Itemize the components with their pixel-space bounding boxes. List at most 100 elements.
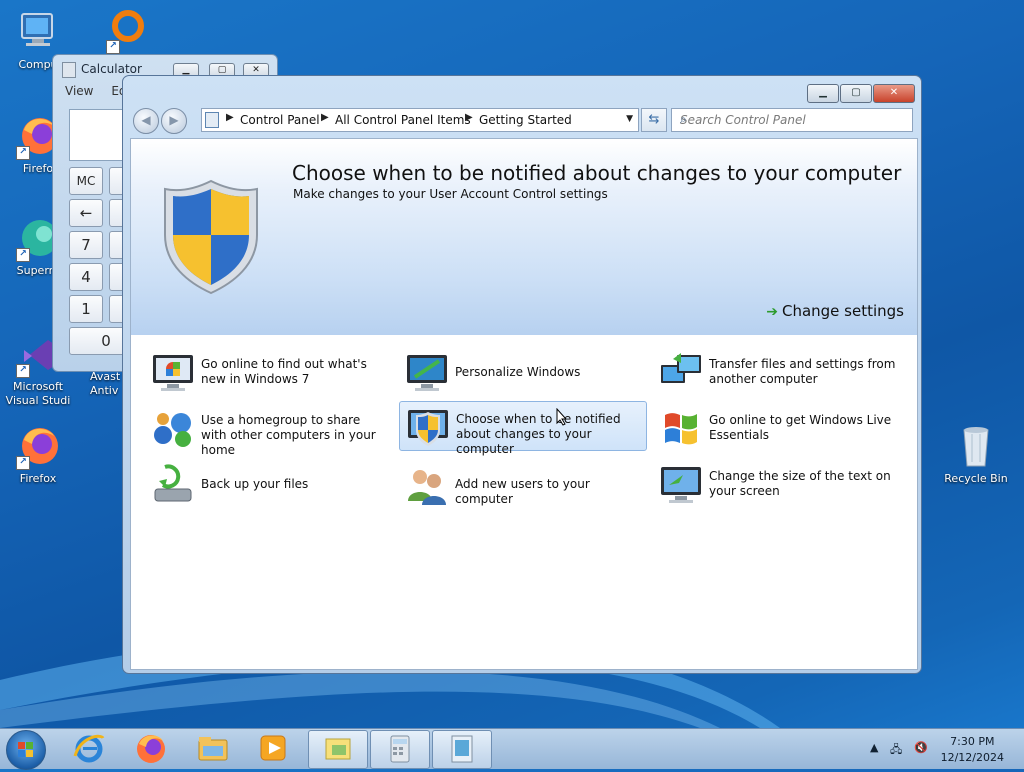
calculator-title: Calculator [81,62,142,76]
task-label: Transfer files and settings from another… [709,357,896,386]
breadcrumb-getting-started[interactable]: Getting Started [479,113,572,127]
taskbar-file-explorer[interactable] [184,730,242,767]
breadcrumb-control-panel[interactable]: Control Panel [240,113,320,127]
breadcrumb-separator-icon[interactable]: ▶ [321,112,329,123]
task-uac-selected[interactable]: Choose when to be notified about changes… [399,401,647,456]
task-label: Go online to get Windows Live Essentials [709,413,892,442]
task-text-size[interactable]: Change the size of the text on your scre… [653,459,899,507]
app-window-icon [451,735,473,763]
window-controls: ▁ ▢ ✕ [806,84,915,103]
desktop-icon-firefox-2[interactable]: ↗ Firefox [0,422,76,486]
calculator-menu-view[interactable]: View [65,84,93,98]
content-pane: Choose when to be notified about changes… [130,138,918,670]
shortcut-arrow-icon: ↗ [16,456,30,470]
backup-drive-icon [154,464,192,502]
task-label: Back up your files [201,477,309,491]
taskbar-app-window[interactable] [432,730,492,769]
banner-subtitle: Make changes to your User Account Contro… [293,187,608,201]
taskbar-firefox[interactable] [122,730,180,767]
uac-shield-icon [408,410,448,446]
start-button[interactable] [6,730,46,770]
clock-date: 12/12/2024 [940,751,1004,764]
control-panel-small-icon [205,112,219,128]
address-dropdown-icon[interactable]: ▼ [626,114,633,124]
calc-button-7[interactable]: 7 [69,231,103,259]
desktop-icon-label: Firefox [19,472,57,485]
taskbar-internet-explorer[interactable] [60,730,118,767]
network-icon[interactable]: 🖧 [890,741,902,760]
task-whats-new[interactable]: Go online to find out what's new in Wind… [145,347,391,395]
volume-muted-icon[interactable]: 🔇 [914,741,928,754]
desktop-icon-label: Recycle Bin [944,472,1008,485]
banner-title: Choose when to be notified about changes… [292,161,902,185]
close-button[interactable]: ✕ [873,84,915,103]
users-icon [408,470,446,505]
calc-button-mc[interactable]: MC [69,167,103,195]
firefox-icon [137,735,165,763]
task-label: Use a homegroup to share with other comp… [201,413,376,457]
task-label: Change the size of the text on your scre… [709,469,891,498]
breadcrumb-all-items[interactable]: All Control Panel Items [335,113,471,127]
control-panel-window[interactable]: ▁ ▢ ✕ ◀ ▶ ▶ Control Panel ▶ All Control … [122,75,922,674]
desktop-icon-label: Microsoft Visual Studi [5,380,71,407]
task-backup[interactable]: Back up your files [145,459,391,507]
task-add-users[interactable]: Add new users to your computer [399,459,645,507]
desktop-icon-recycle-bin[interactable]: Recycle Bin [936,422,1016,486]
task-homegroup[interactable]: Use a homegroup to share with other comp… [145,403,391,457]
recycle-bin-icon [952,422,1000,470]
orange-ring-icon: ↗ [98,6,146,54]
show-hidden-icons-button[interactable]: ▲ [870,741,878,754]
computer-icon [14,8,62,56]
search-input[interactable]: Search Control Panel ⌕ [671,108,913,132]
task-label: Choose when to be notified about changes… [456,412,621,456]
control-panel-icon [325,738,351,760]
forward-button[interactable]: ▶ [161,108,187,134]
homegroup-icon [154,413,191,447]
shortcut-arrow-icon: ↗ [106,40,120,54]
address-bar[interactable]: ▶ Control Panel ▶ All Control Panel Item… [201,108,639,132]
shortcut-arrow-icon: ↗ [16,146,30,160]
maximize-button[interactable]: ▢ [840,84,872,103]
breadcrumb-separator-icon[interactable]: ▶ [465,112,473,123]
refresh-button[interactable]: ⇆ [641,108,667,132]
windows-flag-icon [665,413,697,445]
mouse-cursor-icon [556,408,568,426]
uac-shield-large-icon [164,179,258,295]
change-settings-link[interactable]: ➔ Change settings [766,302,904,320]
personalize-monitor-icon [407,355,447,391]
back-button[interactable]: ◀ [133,108,159,134]
search-icon[interactable]: ⌕ [680,112,906,127]
system-clock[interactable]: 7:30 PM 12/12/2024 [941,734,1004,766]
desktop-icon-label: Avast Antiv [90,370,121,397]
calc-button-1[interactable]: 1 [69,295,103,323]
feature-banner: Choose when to be notified about changes… [131,139,917,335]
text-size-monitor-icon [661,467,701,503]
minimize-button[interactable]: ▁ [807,84,839,103]
shortcut-arrow-icon: ↗ [16,248,30,262]
breadcrumb-separator-icon[interactable]: ▶ [226,112,234,123]
task-personalize[interactable]: Personalize Windows [399,347,645,395]
task-transfer[interactable]: Transfer files and settings from another… [653,347,899,395]
task-label: Go online to find out what's new in Wind… [201,357,367,386]
clock-time: 7:30 PM [950,735,995,748]
internet-explorer-icon [73,734,105,763]
monitor-windows-icon [153,355,193,391]
taskbar: ▲ 🖧 🔇 7:30 PM 12/12/2024 [0,728,1024,770]
task-label: Personalize Windows [455,365,581,379]
calc-button-4[interactable]: 4 [69,263,103,291]
shortcut-arrow-icon: ↗ [16,364,30,378]
taskbar-control-panel[interactable] [308,730,368,769]
windows-logo-icon [18,742,33,757]
desktop-icon-avast[interactable]: Avast Antiv [76,370,126,398]
transfer-computers-icon [661,353,701,383]
arrow-right-icon: ➔ [766,304,778,320]
task-live-essentials[interactable]: Go online to get Windows Live Essentials [653,403,899,451]
firefox-icon: ↗ [14,422,62,470]
taskbar-calculator[interactable] [370,730,430,769]
media-player-icon [260,735,286,761]
calc-button-backspace[interactable]: ← [69,199,103,227]
taskbar-media-player[interactable] [244,730,302,767]
task-label: Add new users to your computer [455,477,590,506]
calculator-app-icon [62,62,76,78]
desktop-icon-orange-app[interactable]: ↗ [84,6,160,56]
